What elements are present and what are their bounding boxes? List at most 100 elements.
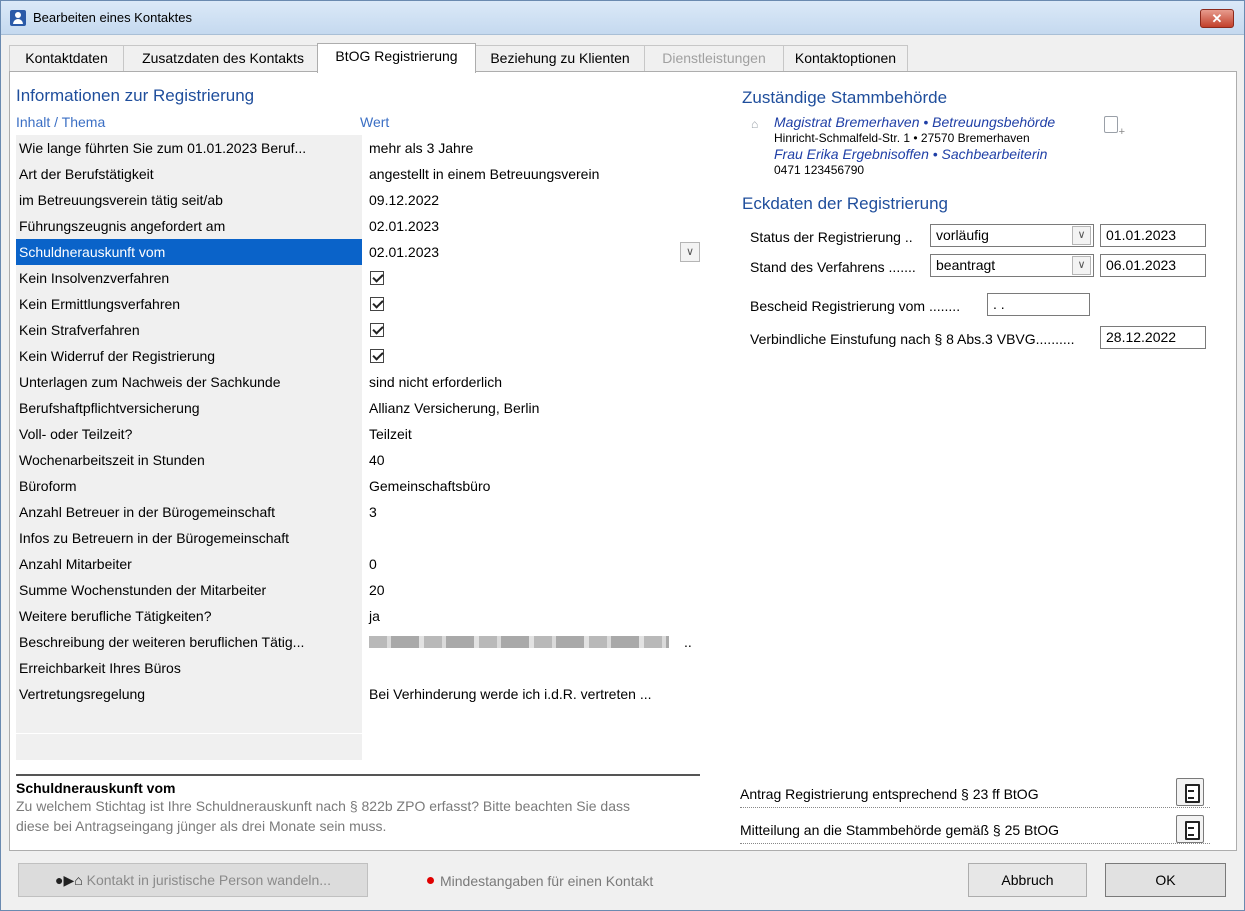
row-topic: Unterlagen zum Nachweis der Sachkunde — [16, 369, 362, 395]
tab-dienstleistungen: Dienstleistungen — [644, 45, 784, 72]
stand-label: Stand des Verfahrens ....... — [750, 259, 916, 275]
convert-to-legal-person-button[interactable]: ●▶⌂ Kontakt in juristische Person wandel… — [18, 863, 368, 897]
empty-rows — [16, 707, 704, 767]
status-date-field[interactable]: 01.01.2023 — [1100, 224, 1206, 247]
grid-row-selected[interactable]: Schuldnerauskunft vom 02.01.2023 ∨ — [16, 239, 704, 265]
grid-row[interactable]: Kein Ermittlungsverfahren — [16, 291, 704, 317]
row-value[interactable]: 09.12.2022 — [366, 187, 704, 213]
row-topic: Anzahl Betreuer in der Bürogemeinschaft — [16, 499, 362, 525]
einstufung-date-field[interactable]: 28.12.2022 — [1100, 326, 1206, 349]
status-label: Status der Registrierung .. — [750, 229, 913, 245]
stand-value: beantragt — [936, 257, 996, 273]
grid-row[interactable]: Berufshaftpflichtversicherung Allianz Ve… — [16, 395, 704, 421]
row-topic: Art der Berufstätigkeit — [16, 161, 362, 187]
row-topic: Wochenarbeitszeit in Stunden — [16, 447, 362, 473]
grid-row[interactable]: Kein Insolvenzverfahren — [16, 265, 704, 291]
row-value[interactable] — [366, 317, 704, 343]
add-document-icon[interactable] — [1104, 116, 1125, 138]
doc-row-mitteilung: Mitteilung an die Stammbehörde gemäß § 2… — [740, 818, 1210, 844]
grid-row[interactable]: Wie lange führten Sie zum 01.01.2023 Ber… — [16, 135, 704, 161]
row-value[interactable]: Bei Verhinderung werde ich i.d.R. vertre… — [366, 681, 704, 707]
grid-row[interactable]: Art der Berufstätigkeit angestellt in ei… — [16, 161, 704, 187]
grid-row[interactable]: Unterlagen zum Nachweis der Sachkunde si… — [16, 369, 704, 395]
row-value[interactable] — [366, 265, 704, 291]
tab-kontaktoptionen[interactable]: Kontaktoptionen — [783, 45, 908, 72]
row-topic: Kein Ermittlungsverfahren — [16, 291, 362, 317]
blurred-text — [369, 636, 669, 648]
grid-row[interactable]: Vertretungsregelung Bei Verhinderung wer… — [16, 681, 704, 707]
grid-row[interactable]: Weitere berufliche Tätigkeiten? ja — [16, 603, 704, 629]
checkbox-checked[interactable] — [370, 297, 384, 311]
grid-row[interactable]: Erreichbarkeit Ihres Büros — [16, 655, 704, 681]
status-select[interactable]: vorläufig ∨ — [930, 224, 1094, 247]
row-value[interactable]: .. — [366, 629, 704, 655]
grid-row[interactable]: Wochenarbeitszeit in Stunden 40 — [16, 447, 704, 473]
row-value[interactable]: 02.01.2023 ∨ — [366, 239, 704, 265]
title-bar: Bearbeiten eines Kontaktes ✕ — [1, 1, 1244, 35]
row-value[interactable]: ja — [366, 603, 704, 629]
grid-row[interactable]: Anzahl Mitarbeiter 0 — [16, 551, 704, 577]
authority-phone: 0471 123456790 — [774, 163, 865, 177]
stand-select[interactable]: beantragt ∨ — [930, 254, 1094, 277]
row-value[interactable]: 3 — [366, 499, 704, 525]
required-dot-icon — [427, 877, 434, 884]
row-value[interactable] — [366, 655, 704, 681]
tab-zusatzdaten[interactable]: Zusatzdaten des Kontakts — [123, 45, 323, 72]
column-header-value: Wert — [360, 114, 390, 130]
row-value[interactable]: Teilzeit — [366, 421, 704, 447]
registration-info-title: Informationen zur Registrierung — [16, 86, 255, 105]
grid-row[interactable]: Kein Strafverfahren — [16, 317, 704, 343]
checkbox-checked[interactable] — [370, 271, 384, 285]
grid-row[interactable]: Anzahl Betreuer in der Bürogemeinschaft … — [16, 499, 704, 525]
dialog-window: Bearbeiten eines Kontaktes ✕ Kontaktdate… — [0, 0, 1245, 911]
row-value[interactable]: mehr als 3 Jahre — [366, 135, 704, 161]
grid-row[interactable]: Infos zu Betreuern in der Bürogemeinscha… — [16, 525, 704, 551]
row-value[interactable]: Gemeinschaftsbüro — [366, 473, 704, 499]
grid-row[interactable]: Kein Widerruf der Registrierung — [16, 343, 704, 369]
row-topic: Berufshaftpflichtversicherung — [16, 395, 362, 421]
row-value[interactable] — [366, 525, 704, 551]
checkbox-checked[interactable] — [370, 349, 384, 363]
grid-row[interactable]: Beschreibung der weiteren beruflichen Tä… — [16, 629, 704, 655]
checkbox-checked[interactable] — [370, 323, 384, 337]
row-value[interactable]: 40 — [366, 447, 704, 473]
tab-kontaktdaten[interactable]: Kontaktdaten — [9, 45, 124, 72]
ok-button[interactable]: OK — [1105, 863, 1226, 897]
cancel-button[interactable]: Abbruch — [968, 863, 1087, 897]
authority-address: Hinricht-Schmalfeld-Str. 1 • 27570 Breme… — [774, 131, 1030, 145]
stand-date-field[interactable]: 06.01.2023 — [1100, 254, 1206, 277]
row-topic: Büroform — [16, 473, 362, 499]
contact-icon — [10, 10, 26, 26]
row-value[interactable]: 20 — [366, 577, 704, 603]
bescheid-date-field[interactable]: . . — [987, 293, 1090, 316]
row-topic: Vertretungsregelung — [16, 681, 362, 707]
document-icon[interactable] — [1176, 815, 1204, 843]
tab-beziehung-klienten[interactable]: Beziehung zu Klienten — [475, 45, 645, 72]
grid-row[interactable]: Summe Wochenstunden der Mitarbeiter 20 — [16, 577, 704, 603]
ok-label: OK — [1155, 872, 1176, 888]
chevron-down-icon[interactable]: ∨ — [1072, 256, 1091, 275]
close-button[interactable]: ✕ — [1200, 9, 1234, 28]
row-value[interactable]: angestellt in einem Betreuungsverein — [366, 161, 704, 187]
row-value[interactable] — [366, 291, 704, 317]
row-topic: Weitere berufliche Tätigkeiten? — [16, 603, 362, 629]
authority-title: Zuständige Stammbehörde — [742, 88, 948, 107]
registration-grid: Wie lange führten Sie zum 01.01.2023 Ber… — [16, 135, 704, 835]
row-value[interactable]: sind nicht erforderlich — [366, 369, 704, 395]
chevron-down-icon[interactable]: ∨ — [1072, 226, 1091, 245]
authority-contact-link[interactable]: Frau Erika Ergebnisoffen • Sachbearbeite… — [774, 146, 1047, 162]
row-value[interactable]: 0 — [366, 551, 704, 577]
row-topic: Kein Insolvenzverfahren — [16, 265, 362, 291]
authority-name-link[interactable]: Magistrat Bremerhaven • Betreuungsbehörd… — [774, 114, 1055, 130]
row-value[interactable]: 02.01.2023 — [366, 213, 704, 239]
grid-row[interactable]: Führungszeugnis angefordert am 02.01.202… — [16, 213, 704, 239]
grid-row[interactable]: Büroform Gemeinschaftsbüro — [16, 473, 704, 499]
grid-row[interactable]: Voll- oder Teilzeit? Teilzeit — [16, 421, 704, 447]
row-value[interactable] — [366, 343, 704, 369]
chevron-down-icon[interactable]: ∨ — [680, 242, 700, 262]
row-value[interactable]: Allianz Versicherung, Berlin — [366, 395, 704, 421]
tab-btog-registrierung[interactable]: BtOG Registrierung — [317, 43, 476, 73]
column-header-topic: Inhalt / Thema — [16, 114, 106, 130]
grid-row[interactable]: im Betreuungsverein tätig seit/ab 09.12.… — [16, 187, 704, 213]
document-icon[interactable] — [1176, 778, 1204, 806]
